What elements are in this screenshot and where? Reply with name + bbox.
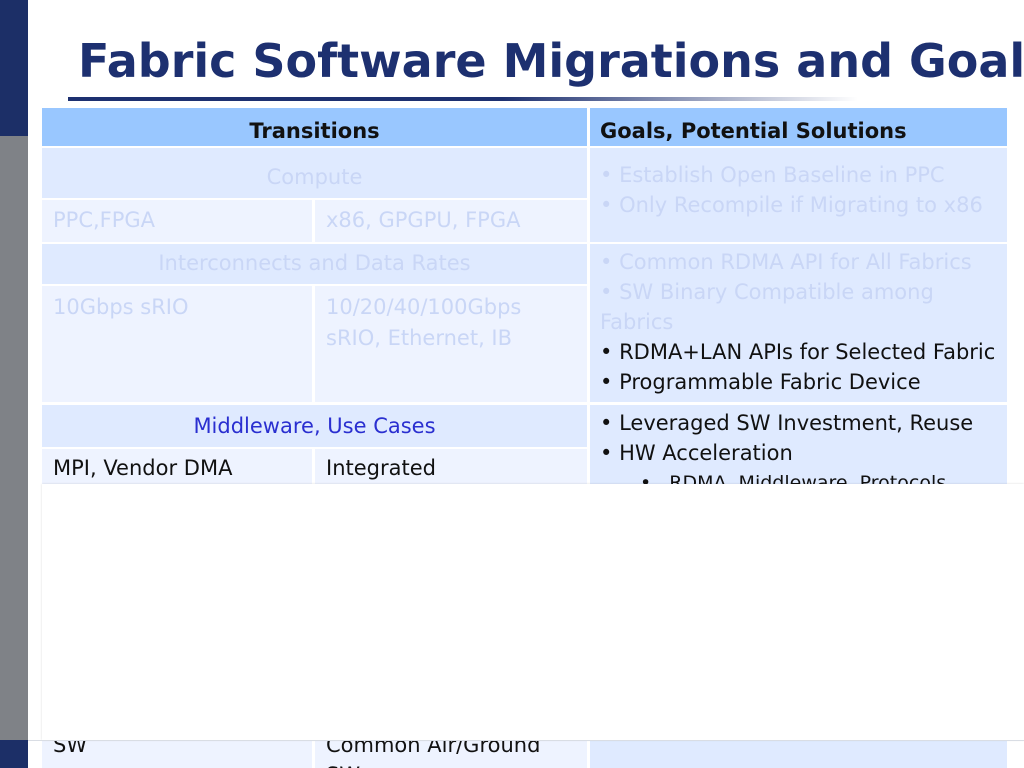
goal-item: Only Recompile if Migrating to x86	[600, 190, 997, 220]
header-transitions: Transitions	[42, 108, 587, 146]
interconnect-to: 10/20/40/100Gbps sRIO, Ethernet, IB	[315, 286, 587, 402]
overlay-panel	[42, 484, 1024, 740]
goal-item: Programmable Fabric Device	[600, 367, 997, 397]
compute-goals: Establish Open Baseline in PPC Only Reco…	[590, 148, 1007, 242]
slide-title: Fabric Software Migrations and Goals	[78, 34, 1024, 88]
middleware-from: MPI, Vendor DMA	[42, 449, 312, 489]
middleware-goals: Leveraged SW Investment, Reuse HW Accele…	[590, 405, 1007, 489]
interconnect-goals: Common RDMA API for All Fabrics SW Binar…	[590, 244, 1007, 402]
interconnect-from: 10Gbps sRIO	[42, 286, 312, 402]
section-interconnects: Interconnects and Data Rates	[42, 244, 587, 284]
title-underline	[68, 97, 858, 101]
goal-item: Common RDMA API for All Fabrics	[600, 247, 997, 277]
goal-item: Establish Open Baseline in PPC	[600, 160, 997, 190]
left-bottom-bar	[0, 740, 28, 768]
section-middleware: Middleware, Use Cases	[42, 405, 587, 447]
header-goals: Goals, Potential Solutions	[590, 108, 1007, 146]
goal-item: RDMA+LAN APIs for Selected Fabric	[600, 337, 997, 367]
goal-item: HW Acceleration	[600, 438, 997, 468]
compute-from: PPC,FPGA	[42, 200, 312, 242]
middleware-to: Integrated	[315, 449, 587, 489]
section-compute: Compute	[42, 148, 587, 198]
footer-rule	[28, 740, 1024, 741]
goal-item: Leveraged SW Investment, Reuse	[600, 408, 997, 438]
left-gray-bar	[0, 136, 28, 768]
left-accent-bar	[0, 0, 28, 136]
compute-to: x86, GPGPU, FPGA	[315, 200, 587, 242]
goal-item: SW Binary Compatible among Fabrics	[600, 277, 997, 337]
